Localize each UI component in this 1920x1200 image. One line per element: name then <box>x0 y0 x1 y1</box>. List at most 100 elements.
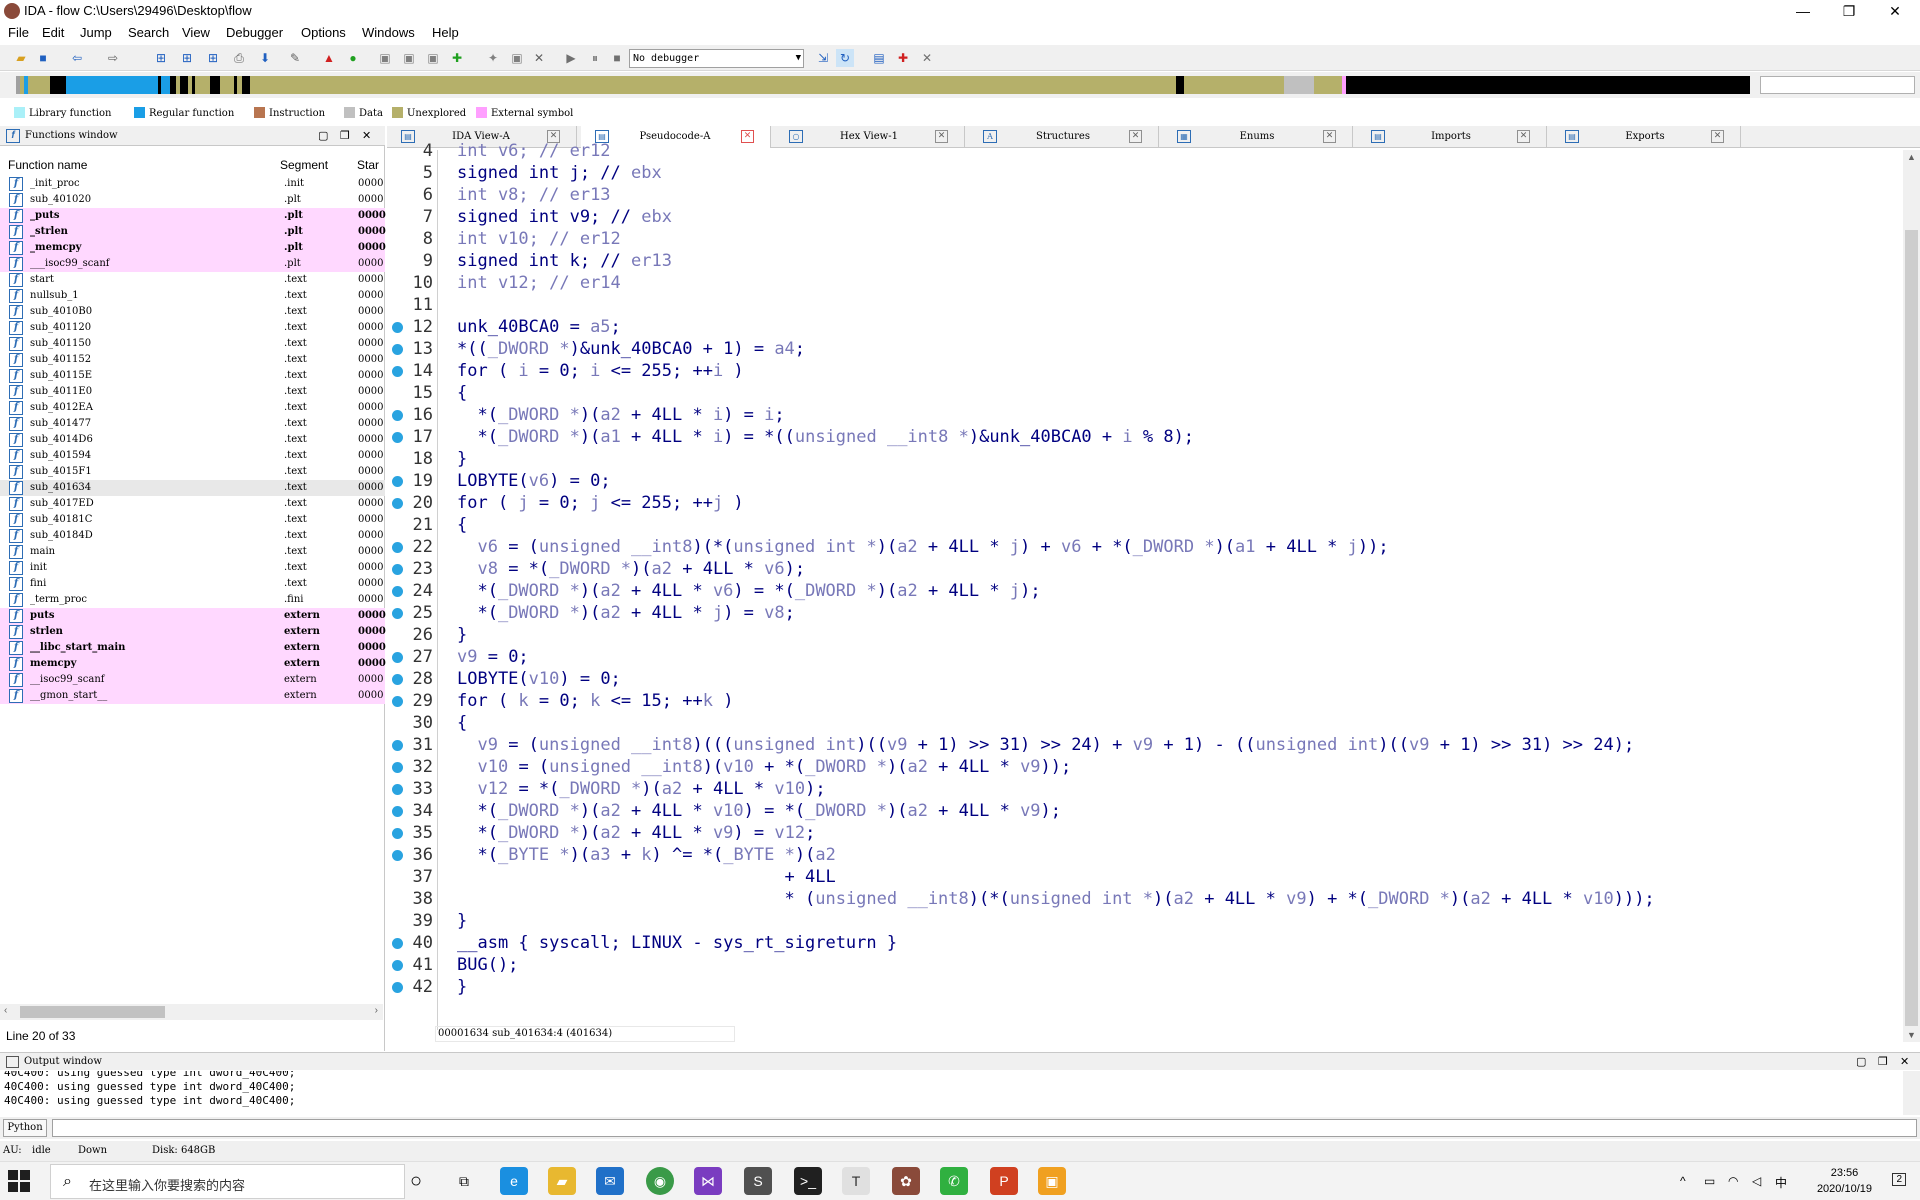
segment-icon[interactable]: ▣ <box>376 49 394 67</box>
code-line[interactable]: 14 for ( i = 0; i <= 255; ++i ) <box>387 360 1903 382</box>
code-line[interactable]: 19 LOBYTE(v6) = 0; <box>387 470 1903 492</box>
col-start[interactable]: Star <box>357 158 379 172</box>
ime-indicator[interactable]: 中 <box>1775 1174 1787 1191</box>
step-over-icon[interactable]: ↻ <box>836 49 854 67</box>
breakpoint-dot-icon[interactable] <box>392 784 403 795</box>
code-line[interactable]: 32 v10 = (unsigned __int8)(v10 + *(_DWOR… <box>387 756 1903 778</box>
function-row[interactable]: f _puts .plt 0000 <box>0 208 386 224</box>
code-line[interactable]: 10 int v12; // er14 <box>387 272 1903 294</box>
breakpoint-dot-icon[interactable] <box>392 806 403 817</box>
run-analysis-icon[interactable]: ● <box>344 49 362 67</box>
sublime-icon[interactable]: S <box>744 1167 772 1195</box>
plugin-icon[interactable]: ✦ <box>484 49 502 67</box>
stop-icon[interactable]: ■ <box>608 49 626 67</box>
code-line[interactable]: 38 * (unsigned __int8)(*(unsigned int *)… <box>387 888 1903 910</box>
scroll-right-icon[interactable]: › <box>375 1005 378 1016</box>
code-line[interactable]: 18} <box>387 448 1903 470</box>
delete-icon[interactable]: ✕ <box>530 49 548 67</box>
python-button[interactable]: Python <box>3 1119 47 1137</box>
breakpoint-dot-icon[interactable] <box>392 652 403 663</box>
search-binary-icon[interactable]: ⊞ <box>178 49 196 67</box>
step-into-icon[interactable]: ⇲ <box>814 49 832 67</box>
forward-icon[interactable]: ⇨ <box>104 49 122 67</box>
windows-start-icon[interactable] <box>8 1170 32 1194</box>
function-row[interactable]: f puts extern 0000 <box>0 608 386 624</box>
breakpoint-dot-icon[interactable] <box>392 410 403 421</box>
navigator-combo[interactable] <box>1760 76 1915 94</box>
float-icon[interactable]: ▢ <box>1856 1055 1866 1068</box>
close-icon[interactable]: ✕ <box>1900 1055 1909 1068</box>
function-row[interactable]: f memcpy extern 0000 <box>0 656 386 672</box>
graph-icon[interactable]: ▲ <box>320 49 338 67</box>
menu-debugger[interactable]: Debugger <box>226 25 283 40</box>
function-row[interactable]: f __gmon_start__ extern 0000 <box>0 688 385 704</box>
breakpoint-dot-icon[interactable] <box>392 608 403 619</box>
breakpoints-icon[interactable]: ▤ <box>870 49 888 67</box>
output-body[interactable]: 40C400: using guessed type int dword_40C… <box>0 1071 1903 1115</box>
menu-view[interactable]: View <box>182 25 210 40</box>
code-line[interactable]: 21 { <box>387 514 1903 536</box>
code-line[interactable]: 15 { <box>387 382 1903 404</box>
menu-windows[interactable]: Windows <box>362 25 415 40</box>
chrome-icon[interactable]: ◉ <box>646 1167 674 1195</box>
function-row[interactable]: f nullsub_1 .text 0000 <box>0 288 385 304</box>
mark-icon[interactable]: ✎ <box>286 49 304 67</box>
breakpoint-dot-icon[interactable] <box>392 344 403 355</box>
code-line[interactable]: 24 *(_DWORD *)(a2 + 4LL * v6) = *(_DWORD… <box>387 580 1903 602</box>
patch-icon[interactable]: ▣ <box>424 49 442 67</box>
breakpoint-dot-icon[interactable] <box>392 938 403 949</box>
code-line[interactable]: 8 int v10; // er12 <box>387 228 1903 250</box>
code-line[interactable]: 30 { <box>387 712 1903 734</box>
back-icon[interactable]: ⇦ <box>68 49 86 67</box>
close-icon[interactable]: ✕ <box>362 129 371 142</box>
save-icon[interactable]: ■ <box>34 49 52 67</box>
menu-edit[interactable]: Edit <box>42 25 64 40</box>
function-row[interactable]: f main .text 0000 <box>0 544 385 560</box>
file-explorer-icon[interactable]: ▰ <box>548 1167 576 1195</box>
scroll-up-icon[interactable]: ▲ <box>1907 152 1916 162</box>
function-row[interactable]: f sub_4010B0 .text 0000 <box>0 304 385 320</box>
function-row[interactable]: f _memcpy .plt 0000 <box>0 240 386 256</box>
function-row[interactable]: f sub_401150 .text 0000 <box>0 336 385 352</box>
code-line[interactable]: 6 int v8; // er13 <box>387 184 1903 206</box>
typora-icon[interactable]: T <box>842 1167 870 1195</box>
breakpoint-dot-icon[interactable] <box>392 828 403 839</box>
wifi-icon[interactable]: ◠ <box>1728 1174 1738 1188</box>
function-row[interactable]: f __libc_start_main extern 0000 <box>0 640 386 656</box>
breakpoint-dot-icon[interactable] <box>392 432 403 443</box>
code-line[interactable]: 34 *(_DWORD *)(a2 + 4LL * v10) = *(_DWOR… <box>387 800 1903 822</box>
remove-breakpoint-icon[interactable]: ✕ <box>918 49 936 67</box>
function-row[interactable]: f _strlen .plt 0000 <box>0 224 386 240</box>
function-row[interactable]: f _term_proc .fini 0000 <box>0 592 385 608</box>
breakpoint-dot-icon[interactable] <box>392 740 403 751</box>
code-line[interactable]: 27 v9 = 0; <box>387 646 1903 668</box>
code-line[interactable]: 12 unk_40BCA0 = a5; <box>387 316 1903 338</box>
restore-icon[interactable]: ❐ <box>1878 1055 1888 1068</box>
code-line[interactable]: 36 *(_BYTE *)(a3 + k) ^= *(_BYTE *)(a2 <box>387 844 1903 866</box>
code-line[interactable]: 5 signed int j; // ebx <box>387 162 1903 184</box>
breakpoint-dot-icon[interactable] <box>392 366 403 377</box>
code-line[interactable]: 33 v12 = *(_DWORD *)(a2 + 4LL * v10); <box>387 778 1903 800</box>
function-row[interactable]: f __isoc99_scanf extern 0000 <box>0 672 385 688</box>
scroll-thumb[interactable] <box>1905 230 1918 1026</box>
print-icon[interactable]: ⎙ <box>230 49 248 67</box>
code-line[interactable]: 26} <box>387 624 1903 646</box>
code-line[interactable]: 4 int v6; // er12 <box>387 140 1903 162</box>
breakpoint-dot-icon[interactable] <box>392 476 403 487</box>
visual-studio-icon[interactable]: ⋈ <box>694 1167 722 1195</box>
function-row[interactable]: f strlen extern 0000 <box>0 624 386 640</box>
code-line[interactable]: 23 v8 = *(_DWORD *)(a2 + 4LL * v6); <box>387 558 1903 580</box>
code-line[interactable]: 25 *(_DWORD *)(a2 + 4LL * j) = v8; <box>387 602 1903 624</box>
breakpoint-dot-icon[interactable] <box>392 564 403 575</box>
code-line[interactable]: 35 *(_DWORD *)(a2 + 4LL * v9) = v12; <box>387 822 1903 844</box>
function-row[interactable]: f _init_proc .init 0000 <box>0 176 385 192</box>
output-vscrollbar[interactable] <box>1903 1071 1920 1115</box>
navigator-strip[interactable] <box>16 76 1750 94</box>
edge-icon[interactable]: e <box>500 1167 528 1195</box>
chevron-up-icon[interactable]: ^ <box>1680 1174 1686 1188</box>
breakpoint-dot-icon[interactable] <box>392 696 403 707</box>
debugger-select[interactable]: No debugger ▼ <box>629 49 804 68</box>
breakpoint-dot-icon[interactable] <box>392 586 403 597</box>
breakpoint-dot-icon[interactable] <box>392 762 403 773</box>
terminal-icon[interactable]: >_ <box>794 1167 822 1195</box>
